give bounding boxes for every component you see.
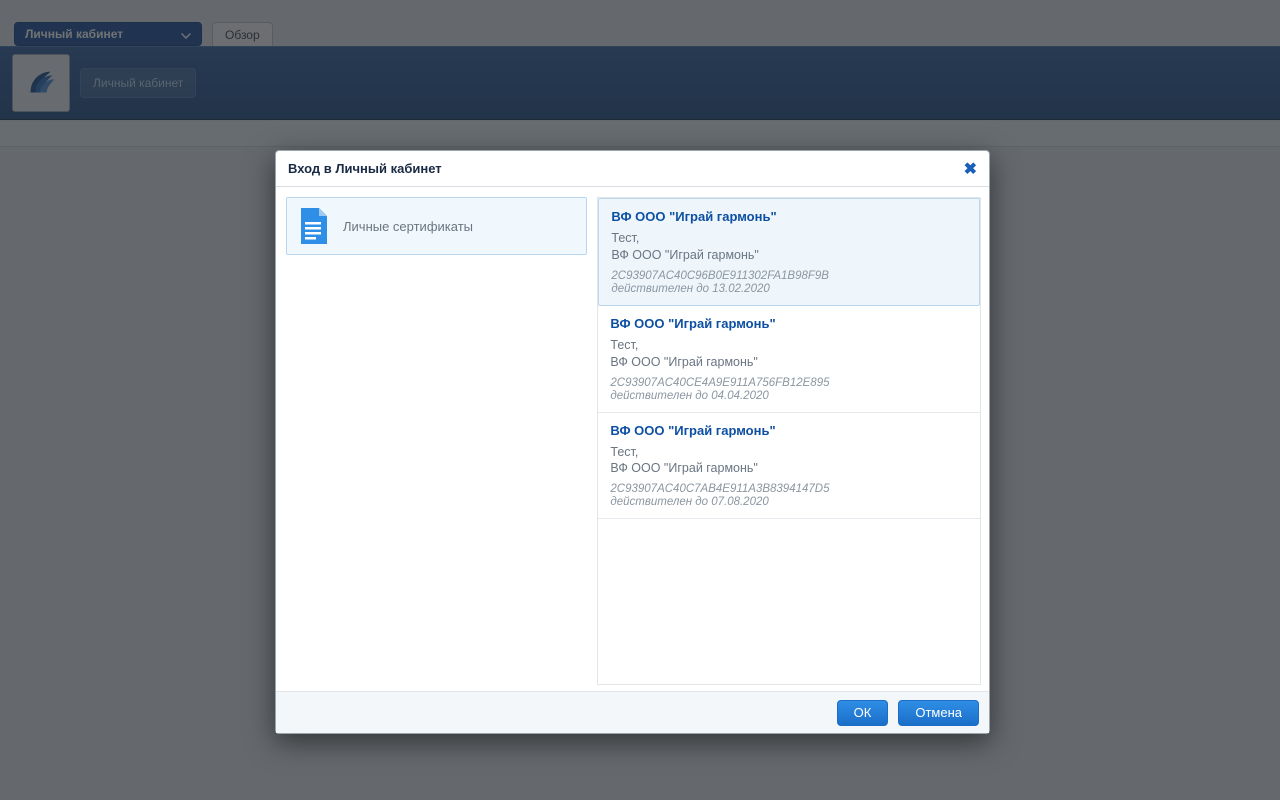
cancel-button[interactable]: Отмена: [898, 700, 979, 726]
certificate-title: ВФ ООО "Играй гармонь": [610, 316, 968, 331]
certificate-hash: 2C93907AC40C96B0E911302FA1B98F9B: [611, 270, 967, 282]
close-icon[interactable]: ✖: [964, 159, 977, 179]
certificate-valid-until: действителен до 13.02.2020: [611, 283, 967, 295]
login-dialog: Вход в Личный кабинет ✖ Личные сертифика…: [275, 150, 990, 734]
certificate-item[interactable]: ВФ ООО "Играй гармонь"Тест,ВФ ООО "Играй…: [598, 413, 980, 520]
certificate-valid-until: действителен до 07.08.2020: [610, 496, 968, 508]
ok-label: ОК: [854, 705, 872, 720]
certificate-title: ВФ ООО "Играй гармонь": [610, 423, 968, 438]
dialog-body: Личные сертификаты ВФ ООО "Играй гармонь…: [276, 187, 989, 691]
certificate-hash: 2C93907AC40CE4A9E911A756FB12E895: [610, 377, 968, 389]
ok-button[interactable]: ОК: [837, 700, 889, 726]
certificate-owner: Тест,: [611, 230, 967, 247]
certificate-item[interactable]: ВФ ООО "Играй гармонь"Тест,ВФ ООО "Играй…: [598, 198, 980, 306]
certificate-valid-until: действителен до 04.04.2020: [610, 390, 968, 402]
category-label: Личные сертификаты: [343, 219, 473, 234]
dialog-header: Вход в Личный кабинет ✖: [276, 151, 989, 187]
certificate-owner: Тест,: [610, 337, 968, 354]
certificate-org: ВФ ООО "Играй гармонь": [610, 354, 968, 371]
dialog-footer: ОК Отмена: [276, 691, 989, 733]
certificate-item[interactable]: ВФ ООО "Играй гармонь"Тест,ВФ ООО "Играй…: [598, 306, 980, 413]
certificate-list[interactable]: ВФ ООО "Играй гармонь"Тест,ВФ ООО "Играй…: [597, 197, 981, 685]
certificate-org: ВФ ООО "Играй гармонь": [611, 247, 967, 264]
certificate-owner: Тест,: [610, 444, 968, 461]
category-pane: Личные сертификаты: [286, 197, 587, 685]
certificate-org: ВФ ООО "Играй гармонь": [610, 460, 968, 477]
dialog-title: Вход в Личный кабинет: [288, 161, 442, 176]
certificate-title: ВФ ООО "Играй гармонь": [611, 209, 967, 224]
document-icon: [297, 206, 331, 246]
cancel-label: Отмена: [915, 705, 962, 720]
category-personal-certs[interactable]: Личные сертификаты: [286, 197, 587, 255]
certificate-hash: 2C93907AC40C7AB4E911A3B8394147D5: [610, 483, 968, 495]
